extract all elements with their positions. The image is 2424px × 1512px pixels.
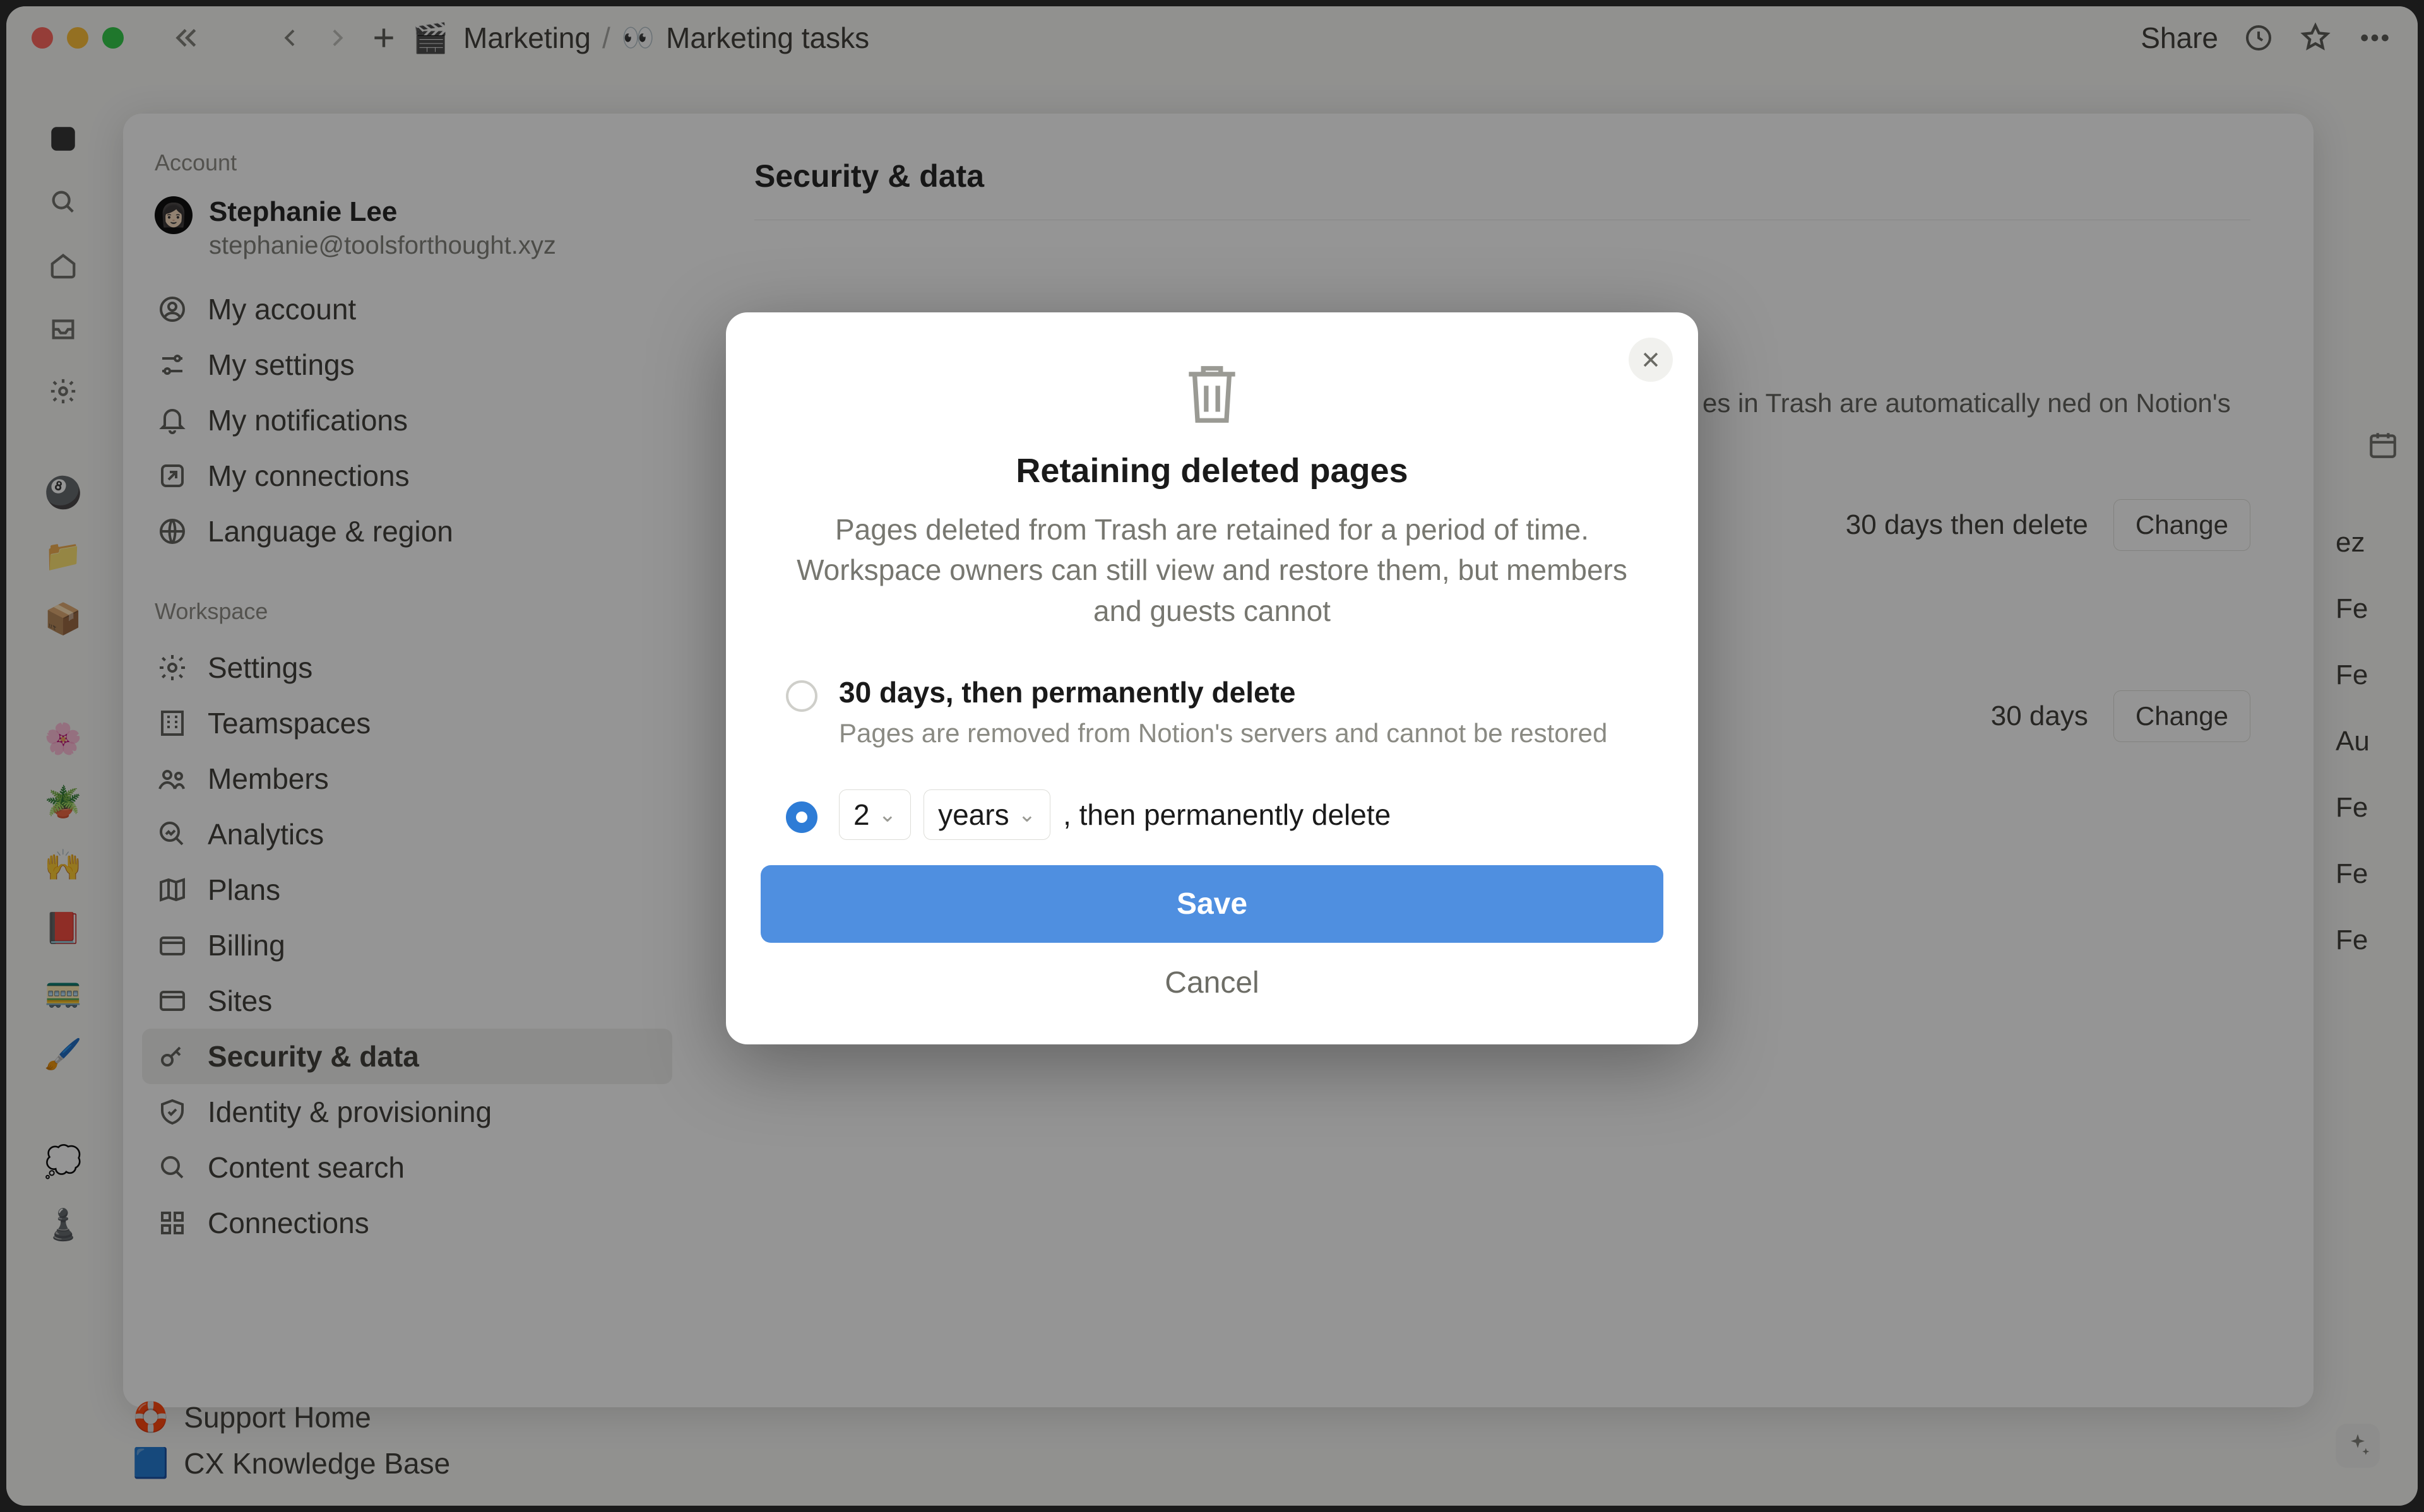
cancel-button[interactable]: Cancel <box>761 966 1663 1000</box>
option-30-days[interactable]: 30 days, then permanently delete Pages a… <box>786 675 1638 752</box>
radio-button[interactable] <box>786 680 817 712</box>
close-button[interactable] <box>1629 338 1673 382</box>
option-custom-duration[interactable]: 2 ⌄ years ⌄ , then permanently delete <box>786 789 1638 840</box>
option-suffix: , then permanently delete <box>1063 798 1391 832</box>
chevron-down-icon: ⌄ <box>1018 802 1037 827</box>
duration-unit-select[interactable]: years ⌄ <box>924 789 1050 840</box>
option-subtitle: Pages are removed from Notion's servers … <box>839 716 1607 752</box>
radio-button[interactable] <box>786 801 817 833</box>
select-value: years <box>938 798 1009 832</box>
retain-pages-modal: Retaining deleted pages Pages deleted fr… <box>726 312 1698 1044</box>
option-title: 30 days, then permanently delete <box>839 675 1607 709</box>
modal-description: Pages deleted from Trash are retained fo… <box>761 509 1663 631</box>
select-value: 2 <box>853 798 870 832</box>
trash-icon <box>761 357 1663 432</box>
save-button[interactable]: Save <box>761 865 1663 943</box>
chevron-down-icon: ⌄ <box>879 802 897 827</box>
app-window: 🎬 Marketing / 👀 Marketing tasks Share <box>6 6 2418 1506</box>
modal-title: Retaining deleted pages <box>761 451 1663 490</box>
retention-options: 30 days, then permanently delete Pages a… <box>761 675 1663 840</box>
duration-count-select[interactable]: 2 ⌄ <box>839 789 911 840</box>
